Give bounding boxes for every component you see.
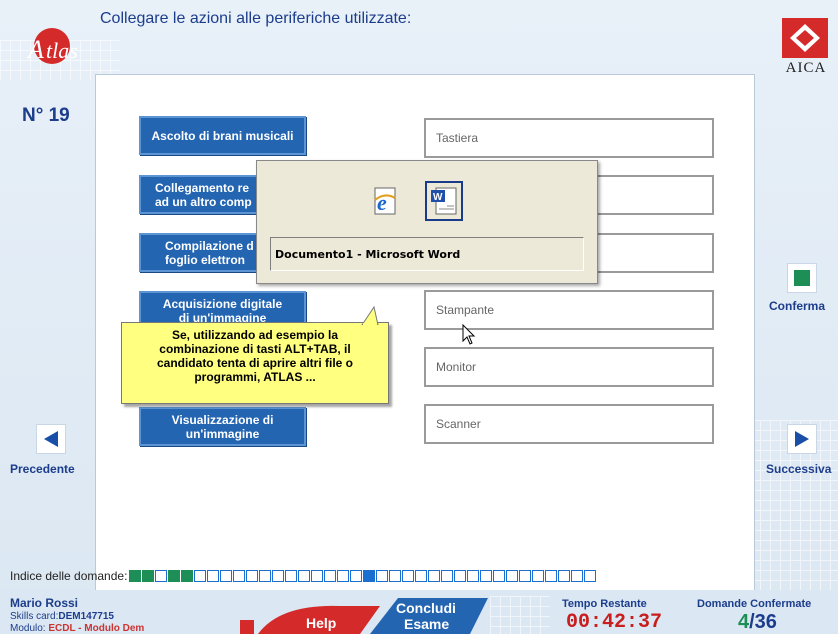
action-label: Visualizzazione di un'immagine bbox=[171, 412, 274, 441]
question-index-cell[interactable] bbox=[545, 570, 558, 582]
domande-confermate-value: 4/36 bbox=[738, 611, 777, 634]
question-index-cell[interactable] bbox=[324, 570, 337, 582]
question-index-cell[interactable] bbox=[311, 570, 324, 582]
next-label[interactable]: Successiva bbox=[766, 462, 831, 476]
question-index-cell[interactable] bbox=[454, 570, 467, 582]
question-index-cell[interactable] bbox=[233, 570, 246, 582]
svg-text:A: A bbox=[26, 35, 44, 64]
question-index-cell[interactable] bbox=[506, 570, 519, 582]
confirm-label[interactable]: Conferma bbox=[769, 299, 825, 313]
question-index-cell[interactable] bbox=[363, 570, 376, 582]
svg-text:tlas: tlas bbox=[46, 38, 78, 63]
question-index: Indice delle domande: bbox=[10, 569, 597, 583]
grid-decoration bbox=[490, 596, 550, 634]
question-index-cell[interactable] bbox=[207, 570, 220, 582]
question-index-cell[interactable] bbox=[584, 570, 597, 582]
index-label: Indice delle domande: bbox=[10, 569, 128, 583]
module-label: Modulo: bbox=[10, 623, 46, 634]
next-button[interactable] bbox=[787, 424, 817, 454]
question-index-cell[interactable] bbox=[402, 570, 415, 582]
question-index-cell[interactable] bbox=[441, 570, 454, 582]
concludi-esame-button[interactable]: Concludi Esame bbox=[370, 598, 490, 634]
device-label: Monitor bbox=[436, 360, 477, 374]
question-index-cell[interactable] bbox=[493, 570, 506, 582]
task-switcher-label: Documento1 - Microsoft Word bbox=[270, 237, 584, 271]
domande-done: 4 bbox=[738, 611, 750, 633]
index-cells bbox=[129, 570, 597, 582]
word-document-icon[interactable]: W bbox=[425, 181, 463, 221]
module-info: Modulo: ECDL - Modulo Dem bbox=[10, 623, 144, 634]
question-index-cell[interactable] bbox=[246, 570, 259, 582]
question-index-cell[interactable] bbox=[467, 570, 480, 582]
question-index-cell[interactable] bbox=[389, 570, 402, 582]
module-value: ECDL - Modulo Dem bbox=[48, 623, 145, 634]
svg-text:e: e bbox=[377, 190, 387, 215]
action-label: Acquisizione digitale di un'immagine bbox=[162, 296, 283, 325]
question-index-cell[interactable] bbox=[298, 570, 311, 582]
device-box-monitor[interactable]: Monitor bbox=[424, 347, 714, 387]
concludi-label-line1: Concludi bbox=[396, 600, 456, 616]
aica-logo-text: AICA bbox=[785, 60, 827, 76]
question-index-cell[interactable] bbox=[168, 570, 181, 582]
arrow-left-icon bbox=[44, 431, 58, 447]
question-index-cell[interactable] bbox=[272, 570, 285, 582]
user-name: Mario Rossi bbox=[10, 596, 79, 610]
aica-logo: AICA bbox=[778, 16, 834, 82]
device-label: Tastiera bbox=[436, 131, 479, 145]
question-index-cell[interactable] bbox=[142, 570, 155, 582]
action-label: Collegamento re ad un altro comp bbox=[155, 180, 252, 209]
device-label: Stampante bbox=[436, 303, 495, 317]
tempo-restante-value: 00:42:37 bbox=[566, 611, 663, 634]
tempo-restante-label: Tempo Restante bbox=[562, 598, 647, 610]
device-label: Scanner bbox=[436, 417, 481, 431]
tooltip-pointer bbox=[361, 305, 379, 325]
question-index-cell[interactable] bbox=[155, 570, 168, 582]
question-title: Collegare le azioni alle periferiche uti… bbox=[100, 10, 412, 27]
question-index-cell[interactable] bbox=[571, 570, 584, 582]
internet-explorer-icon[interactable]: e bbox=[367, 183, 403, 219]
question-index-cell[interactable] bbox=[376, 570, 389, 582]
green-square-icon bbox=[794, 270, 810, 286]
arrow-right-icon bbox=[795, 431, 809, 447]
skills-card: Skills card:DEM147715 bbox=[10, 611, 114, 622]
question-index-cell[interactable] bbox=[532, 570, 545, 582]
domande-confermate-label: Domande Confermate bbox=[697, 598, 812, 610]
concludi-label-line2: Esame bbox=[404, 616, 450, 632]
question-number: N° 19 bbox=[22, 105, 70, 126]
question-index-cell[interactable] bbox=[285, 570, 298, 582]
question-index-cell[interactable] bbox=[415, 570, 428, 582]
question-index-cell[interactable] bbox=[350, 570, 363, 582]
question-index-cell[interactable] bbox=[428, 570, 441, 582]
question-index-cell[interactable] bbox=[129, 570, 142, 582]
question-index-cell[interactable] bbox=[194, 570, 207, 582]
question-index-cell[interactable] bbox=[480, 570, 493, 582]
device-box-scanner[interactable]: Scanner bbox=[424, 404, 714, 444]
svg-text:W: W bbox=[433, 192, 443, 203]
device-box-tastiera[interactable]: Tastiera bbox=[424, 118, 714, 158]
question-index-cell[interactable] bbox=[519, 570, 532, 582]
question-index-cell[interactable] bbox=[220, 570, 233, 582]
atlas-logo: A tlas bbox=[18, 22, 90, 80]
tooltip-bubble: Se, utilizzando ad esempio la combinazio… bbox=[121, 322, 389, 404]
question-index-cell[interactable] bbox=[337, 570, 350, 582]
action-label: Compilazione d foglio elettron bbox=[165, 238, 254, 267]
domande-total: /36 bbox=[749, 611, 777, 633]
help-label: Help bbox=[306, 615, 337, 631]
question-index-cell[interactable] bbox=[259, 570, 272, 582]
question-index-cell[interactable] bbox=[558, 570, 571, 582]
mouse-cursor-icon bbox=[462, 324, 476, 345]
task-switcher: e W Documento1 - Microsoft Word bbox=[256, 160, 598, 284]
action-label: Ascolto di brani musicali bbox=[151, 128, 294, 143]
previous-button[interactable] bbox=[36, 424, 66, 454]
question-index-cell[interactable] bbox=[181, 570, 194, 582]
confirm-button[interactable] bbox=[787, 263, 817, 293]
action-item-ascolto[interactable]: Ascolto di brani musicali bbox=[139, 116, 306, 155]
skills-card-label: Skills card: bbox=[10, 611, 59, 622]
action-item-visualizzazione[interactable]: Visualizzazione di un'immagine bbox=[139, 407, 306, 446]
tooltip-text: Se, utilizzando ad esempio la combinazio… bbox=[156, 328, 354, 384]
previous-label[interactable]: Precedente bbox=[10, 462, 75, 476]
skills-card-value: DEM147715 bbox=[58, 611, 114, 622]
